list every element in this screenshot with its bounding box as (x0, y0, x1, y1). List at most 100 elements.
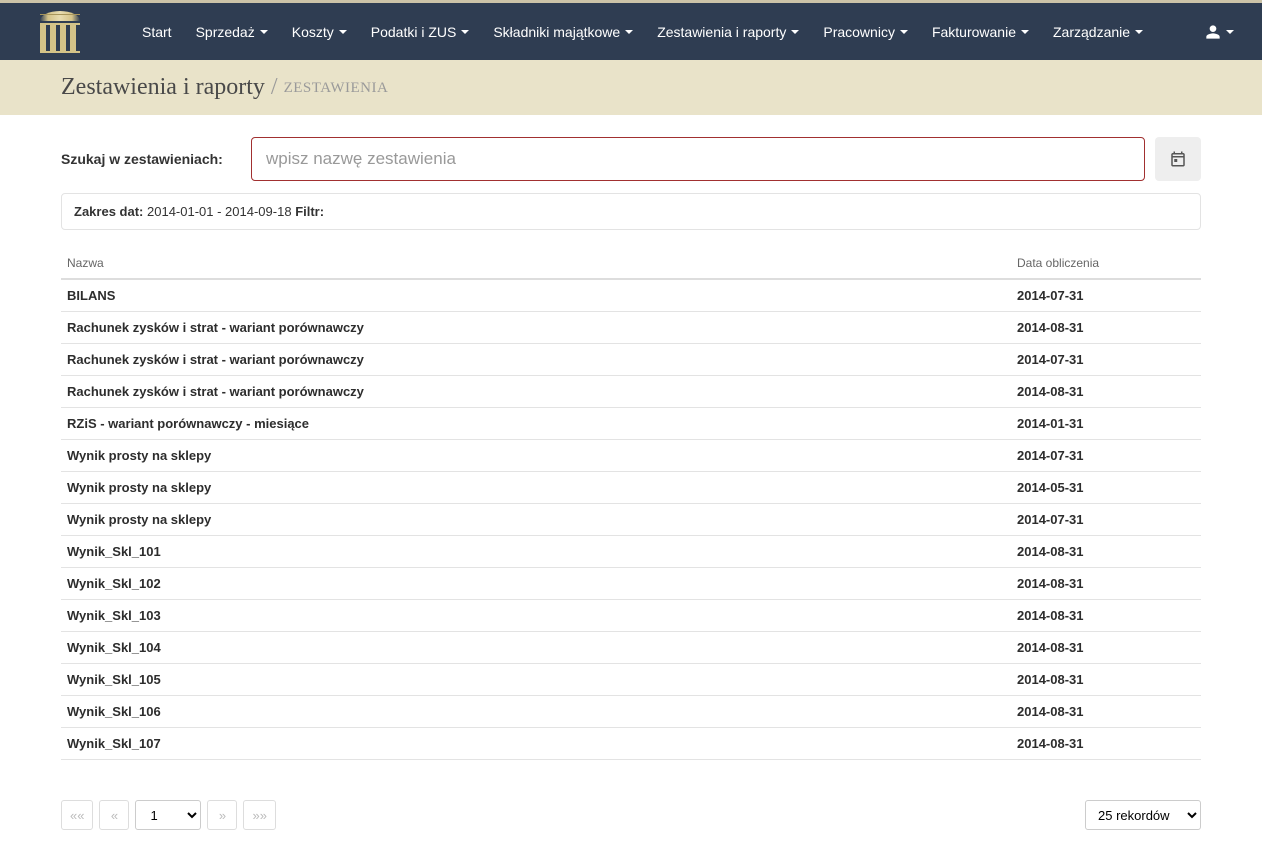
nav-item-sk-adniki-maj-tkowe[interactable]: Składniki majątkowe (481, 3, 645, 60)
col-header-date[interactable]: Data obliczenia (1011, 248, 1201, 279)
cell-name: Wynik_Skl_101 (61, 536, 1011, 568)
table-row[interactable]: BILANS2014-07-31 (61, 279, 1201, 312)
nav-item-fakturowanie[interactable]: Fakturowanie (920, 3, 1041, 60)
cell-date: 2014-08-31 (1011, 632, 1201, 664)
page-prev-button[interactable]: « (99, 800, 129, 830)
cell-name: BILANS (61, 279, 1011, 312)
app-logo[interactable] (20, 3, 100, 60)
cell-name: Wynik_Skl_103 (61, 600, 1011, 632)
table-row[interactable]: Wynik prosty na sklepy2014-07-31 (61, 504, 1201, 536)
cell-name: Wynik_Skl_104 (61, 632, 1011, 664)
nav-item-zarz-dzanie[interactable]: Zarządzanie (1041, 3, 1155, 60)
table-row[interactable]: RZiS - wariant porównawczy - miesiące201… (61, 408, 1201, 440)
chevron-down-icon (1226, 30, 1234, 34)
chevron-down-icon (260, 30, 268, 34)
cell-date: 2014-07-31 (1011, 504, 1201, 536)
cell-date: 2014-08-31 (1011, 696, 1201, 728)
nav-item-koszty[interactable]: Koszty (280, 3, 359, 60)
nav-list: Start Sprzedaż Koszty Podatki i ZUS Składnik… (130, 3, 1155, 60)
cell-date: 2014-08-31 (1011, 728, 1201, 760)
page-last-button[interactable]: »» (243, 800, 275, 830)
nav-item-label: Start (142, 24, 172, 40)
calendar-icon (1169, 150, 1187, 168)
table-row[interactable]: Rachunek zysków i strat - wariant porówn… (61, 344, 1201, 376)
chevron-down-icon (900, 30, 908, 34)
table-row[interactable]: Wynik_Skl_1012014-08-31 (61, 536, 1201, 568)
table-row[interactable]: Wynik_Skl_1022014-08-31 (61, 568, 1201, 600)
cell-date: 2014-08-31 (1011, 664, 1201, 696)
table-footer: «« « 1 » »» 25 rekordów (61, 800, 1201, 830)
date-range-button[interactable] (1155, 137, 1201, 181)
cell-date: 2014-08-31 (1011, 536, 1201, 568)
page-first-button[interactable]: «« (61, 800, 93, 830)
nav-item-label: Podatki i ZUS (371, 24, 457, 40)
date-range-label: Zakres dat: (74, 204, 143, 219)
user-menu[interactable] (1197, 24, 1242, 40)
chevron-down-icon (625, 30, 633, 34)
table-row[interactable]: Wynik_Skl_1072014-08-31 (61, 728, 1201, 760)
nav-item-pracownicy[interactable]: Pracownicy (811, 3, 920, 60)
records-select[interactable]: 25 rekordów (1085, 800, 1201, 830)
cell-name: Wynik_Skl_107 (61, 728, 1011, 760)
cell-date: 2014-07-31 (1011, 279, 1201, 312)
cell-name: Wynik prosty na sklepy (61, 440, 1011, 472)
table-row[interactable]: Wynik_Skl_1052014-08-31 (61, 664, 1201, 696)
search-input[interactable] (251, 137, 1145, 181)
table-row[interactable]: Wynik prosty na sklepy2014-07-31 (61, 440, 1201, 472)
date-range-value: 2014-01-01 - 2014-09-18 (147, 204, 292, 219)
search-label: Szukaj w zestawieniach: (61, 151, 241, 167)
page-select[interactable]: 1 (135, 800, 201, 830)
pagination: «« « 1 » »» (61, 800, 276, 830)
nav-item-zestawienia-i-raporty[interactable]: Zestawienia i raporty (645, 3, 811, 60)
filter-label: Filtr: (295, 204, 324, 219)
cell-name: Wynik prosty na sklepy (61, 472, 1011, 504)
nav-item-label: Pracownicy (823, 24, 895, 40)
filter-summary: Zakres dat: 2014-01-01 - 2014-09-18 Filt… (61, 193, 1201, 230)
cell-name: Rachunek zysków i strat - wariant porówn… (61, 312, 1011, 344)
cell-date: 2014-07-31 (1011, 440, 1201, 472)
nav-item-label: Składniki majątkowe (493, 24, 620, 40)
table-row[interactable]: Rachunek zysków i strat - wariant porówn… (61, 376, 1201, 408)
breadcrumb-separator: / (271, 74, 278, 100)
cell-date: 2014-08-31 (1011, 568, 1201, 600)
table-row[interactable]: Wynik_Skl_1062014-08-31 (61, 696, 1201, 728)
cell-date: 2014-08-31 (1011, 600, 1201, 632)
cell-date: 2014-08-31 (1011, 312, 1201, 344)
user-icon (1205, 24, 1221, 40)
cell-date: 2014-07-31 (1011, 344, 1201, 376)
chevron-down-icon (339, 30, 347, 34)
nav-item-label: Sprzedaż (196, 24, 255, 40)
nav-item-sprzeda-[interactable]: Sprzedaż (184, 3, 280, 60)
nav-item-label: Koszty (292, 24, 334, 40)
nav-item-label: Zestawienia i raporty (657, 24, 786, 40)
chevron-down-icon (1135, 30, 1143, 34)
cell-name: RZiS - wariant porównawczy - miesiące (61, 408, 1011, 440)
cell-name: Wynik_Skl_102 (61, 568, 1011, 600)
records-per-page: 25 rekordów (1085, 800, 1201, 830)
cell-name: Rachunek zysków i strat - wariant porówn… (61, 344, 1011, 376)
chevron-down-icon (791, 30, 799, 34)
nav-item-podatki-i-zus[interactable]: Podatki i ZUS (359, 3, 482, 60)
table-row[interactable]: Wynik_Skl_1032014-08-31 (61, 600, 1201, 632)
cell-name: Wynik prosty na sklepy (61, 504, 1011, 536)
chevron-down-icon (1021, 30, 1029, 34)
page-header-band: Zestawienia i raporty / ZESTAWIENIA (0, 60, 1262, 115)
cell-date: 2014-08-31 (1011, 376, 1201, 408)
page-next-button[interactable]: » (207, 800, 237, 830)
table-row[interactable]: Wynik prosty na sklepy2014-05-31 (61, 472, 1201, 504)
nav-item-label: Zarządzanie (1053, 24, 1130, 40)
table-row[interactable]: Rachunek zysków i strat - wariant porówn… (61, 312, 1201, 344)
page-title-sub: ZESTAWIENIA (284, 80, 389, 96)
page-title-main: Zestawienia i raporty (61, 74, 265, 100)
col-header-name[interactable]: Nazwa (61, 248, 1011, 279)
reports-table: Nazwa Data obliczenia BILANS2014-07-31Ra… (61, 248, 1201, 760)
nav-item-label: Fakturowanie (932, 24, 1016, 40)
cell-name: Rachunek zysków i strat - wariant porówn… (61, 376, 1011, 408)
search-row: Szukaj w zestawieniach: (61, 137, 1201, 181)
nav-item-start[interactable]: Start (130, 3, 184, 60)
chevron-down-icon (461, 30, 469, 34)
reports-tbody: BILANS2014-07-31Rachunek zysków i strat … (61, 279, 1201, 760)
page-title: Zestawienia i raporty / ZESTAWIENIA (61, 74, 1201, 101)
table-row[interactable]: Wynik_Skl_1042014-08-31 (61, 632, 1201, 664)
main-navbar: Start Sprzedaż Koszty Podatki i ZUS Składnik… (0, 3, 1262, 60)
